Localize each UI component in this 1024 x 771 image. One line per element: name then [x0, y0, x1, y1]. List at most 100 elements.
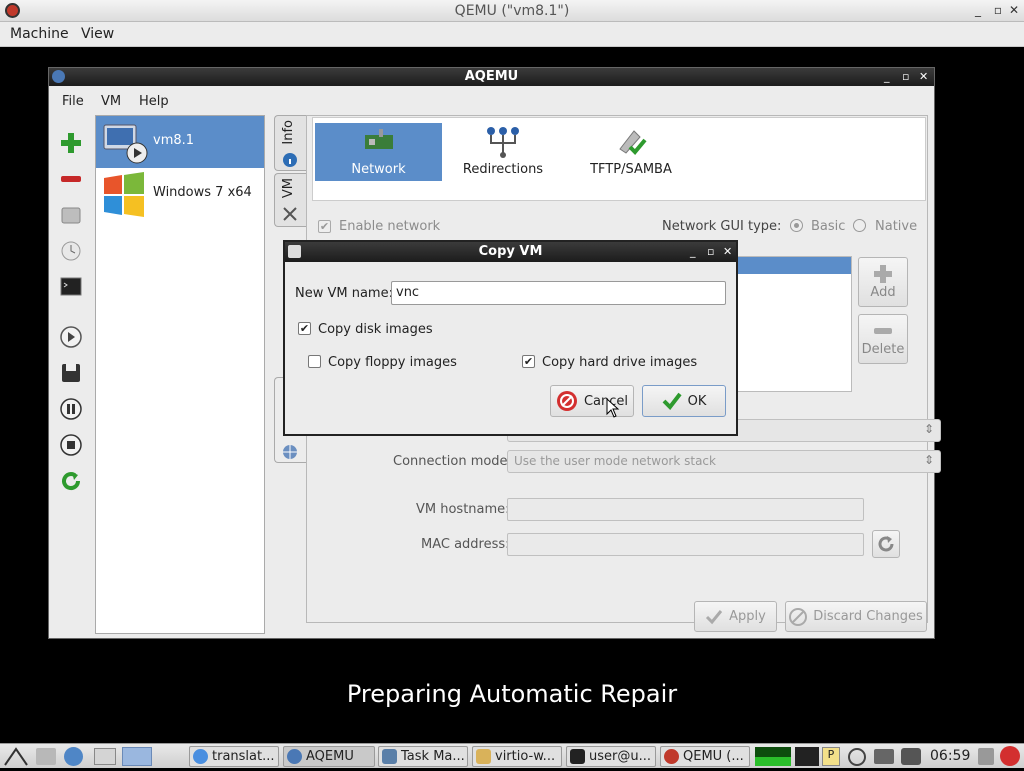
new-vm-name-value: vnc — [396, 285, 420, 300]
terminal-icon — [60, 277, 82, 296]
clock: 06:59 — [930, 748, 971, 764]
cancel-icon — [556, 391, 577, 411]
qemu-maximize-button[interactable]: ▫ — [990, 3, 1006, 17]
network-globe-icon — [283, 445, 297, 459]
gui-type-native-radio[interactable] — [853, 219, 866, 232]
qemu-menu-machine[interactable]: Machine — [10, 26, 69, 42]
floppy-icon — [62, 364, 80, 382]
search-icon[interactable] — [848, 748, 866, 766]
add-card-button[interactable]: Add — [858, 257, 908, 307]
reset-vm-button[interactable] — [56, 466, 86, 496]
workspace-switcher[interactable] — [122, 747, 152, 766]
vm-toolbar — [51, 118, 91, 633]
section-icon-bar: Network Redirections TFTP/SAMBA — [312, 117, 926, 201]
section-redirections[interactable]: Redirections — [448, 123, 558, 181]
aqemu-title-bar: AQEMU _ ▫ ✕ — [49, 68, 934, 86]
section-tftp-samba[interactable]: TFTP/SAMBA — [571, 123, 691, 181]
vm-hostname-field[interactable] — [507, 498, 864, 521]
add-card-label: Add — [870, 285, 896, 300]
generate-mac-button[interactable] — [872, 530, 900, 558]
aqemu-close-button[interactable]: ✕ — [919, 68, 928, 86]
network-card-icon — [364, 129, 393, 149]
discard-changes-button[interactable]: Discard Changes — [785, 601, 927, 632]
tools-icon — [283, 207, 297, 221]
dialog-minimize-button[interactable]: _ — [690, 242, 696, 262]
snapshot-button[interactable] — [56, 236, 86, 266]
shared-folder-check-icon — [619, 130, 647, 155]
gui-type-basic-label: Basic — [811, 219, 846, 234]
menu-help[interactable]: Help — [139, 94, 169, 109]
taskbar-item[interactable]: virtio-w... — [472, 746, 562, 767]
save-vm-button[interactable] — [56, 358, 86, 388]
vm-settings-button[interactable] — [56, 200, 86, 230]
browser-launcher[interactable] — [64, 747, 83, 766]
dialog-maximize-button[interactable]: ▫ — [707, 242, 714, 262]
qemu-minimize-button[interactable]: _ — [970, 3, 986, 17]
copy-disk-images-checkbox[interactable]: ✔ — [298, 322, 311, 335]
apply-button[interactable]: Apply — [694, 601, 777, 632]
ok-button[interactable]: OK — [642, 385, 726, 417]
tab-info[interactable]: Info — [274, 115, 306, 171]
delete-card-button[interactable]: Delete — [858, 314, 908, 364]
checkmark-icon — [706, 609, 723, 624]
ok-label: OK — [687, 393, 707, 409]
clipboard-manager-icon[interactable]: P — [822, 747, 840, 766]
aqemu-app-icon — [52, 70, 65, 83]
menu-file[interactable]: File — [62, 94, 84, 109]
aqemu-maximize-button[interactable]: ▫ — [902, 68, 909, 86]
qemu-menu-view[interactable]: View — [81, 26, 114, 42]
dialog-app-icon — [288, 245, 301, 258]
copy-floppy-images-checkbox[interactable] — [308, 355, 321, 368]
mouse-cursor-icon — [606, 398, 620, 418]
aqemu-menubar: File VM Help — [49, 91, 934, 113]
section-network[interactable]: Network — [315, 123, 442, 181]
taskbar-item[interactable]: QEMU (... — [660, 746, 750, 767]
network-gui-type-label: Network GUI type: — [662, 219, 782, 234]
start-menu-button[interactable] — [3, 746, 29, 767]
cancel-button[interactable]: Cancel — [550, 385, 634, 417]
remove-vm-button[interactable] — [56, 164, 86, 194]
copy-vm-dialog: Copy VM _ ▫ ✕ New VM name: vnc ✔ Copy di… — [283, 240, 738, 436]
taskbar-item[interactable]: Task Ma... — [378, 746, 468, 767]
copy-hdd-images-checkbox[interactable]: ✔ — [522, 355, 535, 368]
qemu-window-title: QEMU ("vm8.1") — [454, 3, 570, 19]
pause-vm-button[interactable] — [56, 394, 86, 424]
new-vm-name-input[interactable]: vnc — [391, 281, 726, 305]
connection-mode-value: Use the user mode network stack — [514, 454, 716, 468]
show-desktop-button[interactable] — [94, 748, 116, 765]
console-button[interactable] — [56, 272, 86, 302]
taskbar-item[interactable]: AQEMU — [283, 746, 375, 767]
network-monitor-icon — [795, 747, 819, 766]
cancel-icon — [789, 607, 808, 626]
file-manager-launcher[interactable] — [36, 748, 56, 765]
copy-hdd-images-label: Copy hard drive images — [542, 355, 698, 370]
aqemu-minimize-button[interactable]: _ — [884, 68, 890, 86]
power-icon[interactable] — [1000, 746, 1020, 766]
connection-mode-combo[interactable]: Use the user mode network stack ⇕ — [507, 450, 941, 473]
taskbar-item[interactable]: user@u... — [566, 746, 656, 767]
enable-network-checkbox[interactable]: ✔ — [318, 220, 331, 233]
start-vm-button[interactable] — [56, 322, 86, 352]
dialog-close-button[interactable]: ✕ — [723, 242, 732, 262]
mac-address-label: MAC address: — [421, 537, 510, 552]
volume-icon[interactable] — [978, 748, 994, 765]
new-vm-name-label: New VM name: — [295, 286, 393, 301]
apply-label: Apply — [729, 609, 766, 624]
menu-vm[interactable]: VM — [101, 94, 121, 109]
mac-address-field[interactable] — [507, 533, 864, 556]
taskbar-item[interactable]: translat... — [189, 746, 279, 767]
vm-list-item[interactable]: Windows 7 x64 — [96, 168, 264, 220]
connection-mode-label: Connection mode: — [393, 454, 512, 469]
network-status-icon[interactable] — [901, 748, 921, 765]
qemu-close-button[interactable]: ✕ — [1006, 3, 1022, 17]
copy-floppy-images-label: Copy floppy images — [328, 355, 457, 370]
vm-list-item[interactable]: vm8.1 — [96, 116, 264, 168]
aqemu-icon — [287, 749, 302, 764]
task-manager-icon — [382, 749, 397, 764]
add-vm-button[interactable] — [56, 128, 86, 158]
stop-vm-button[interactable] — [56, 430, 86, 460]
gui-type-basic-radio[interactable] — [790, 219, 803, 232]
vm-name: Windows 7 x64 — [153, 185, 252, 200]
copy-vm-title: Copy VM — [478, 244, 543, 259]
tab-vm[interactable]: VM — [274, 173, 306, 227]
